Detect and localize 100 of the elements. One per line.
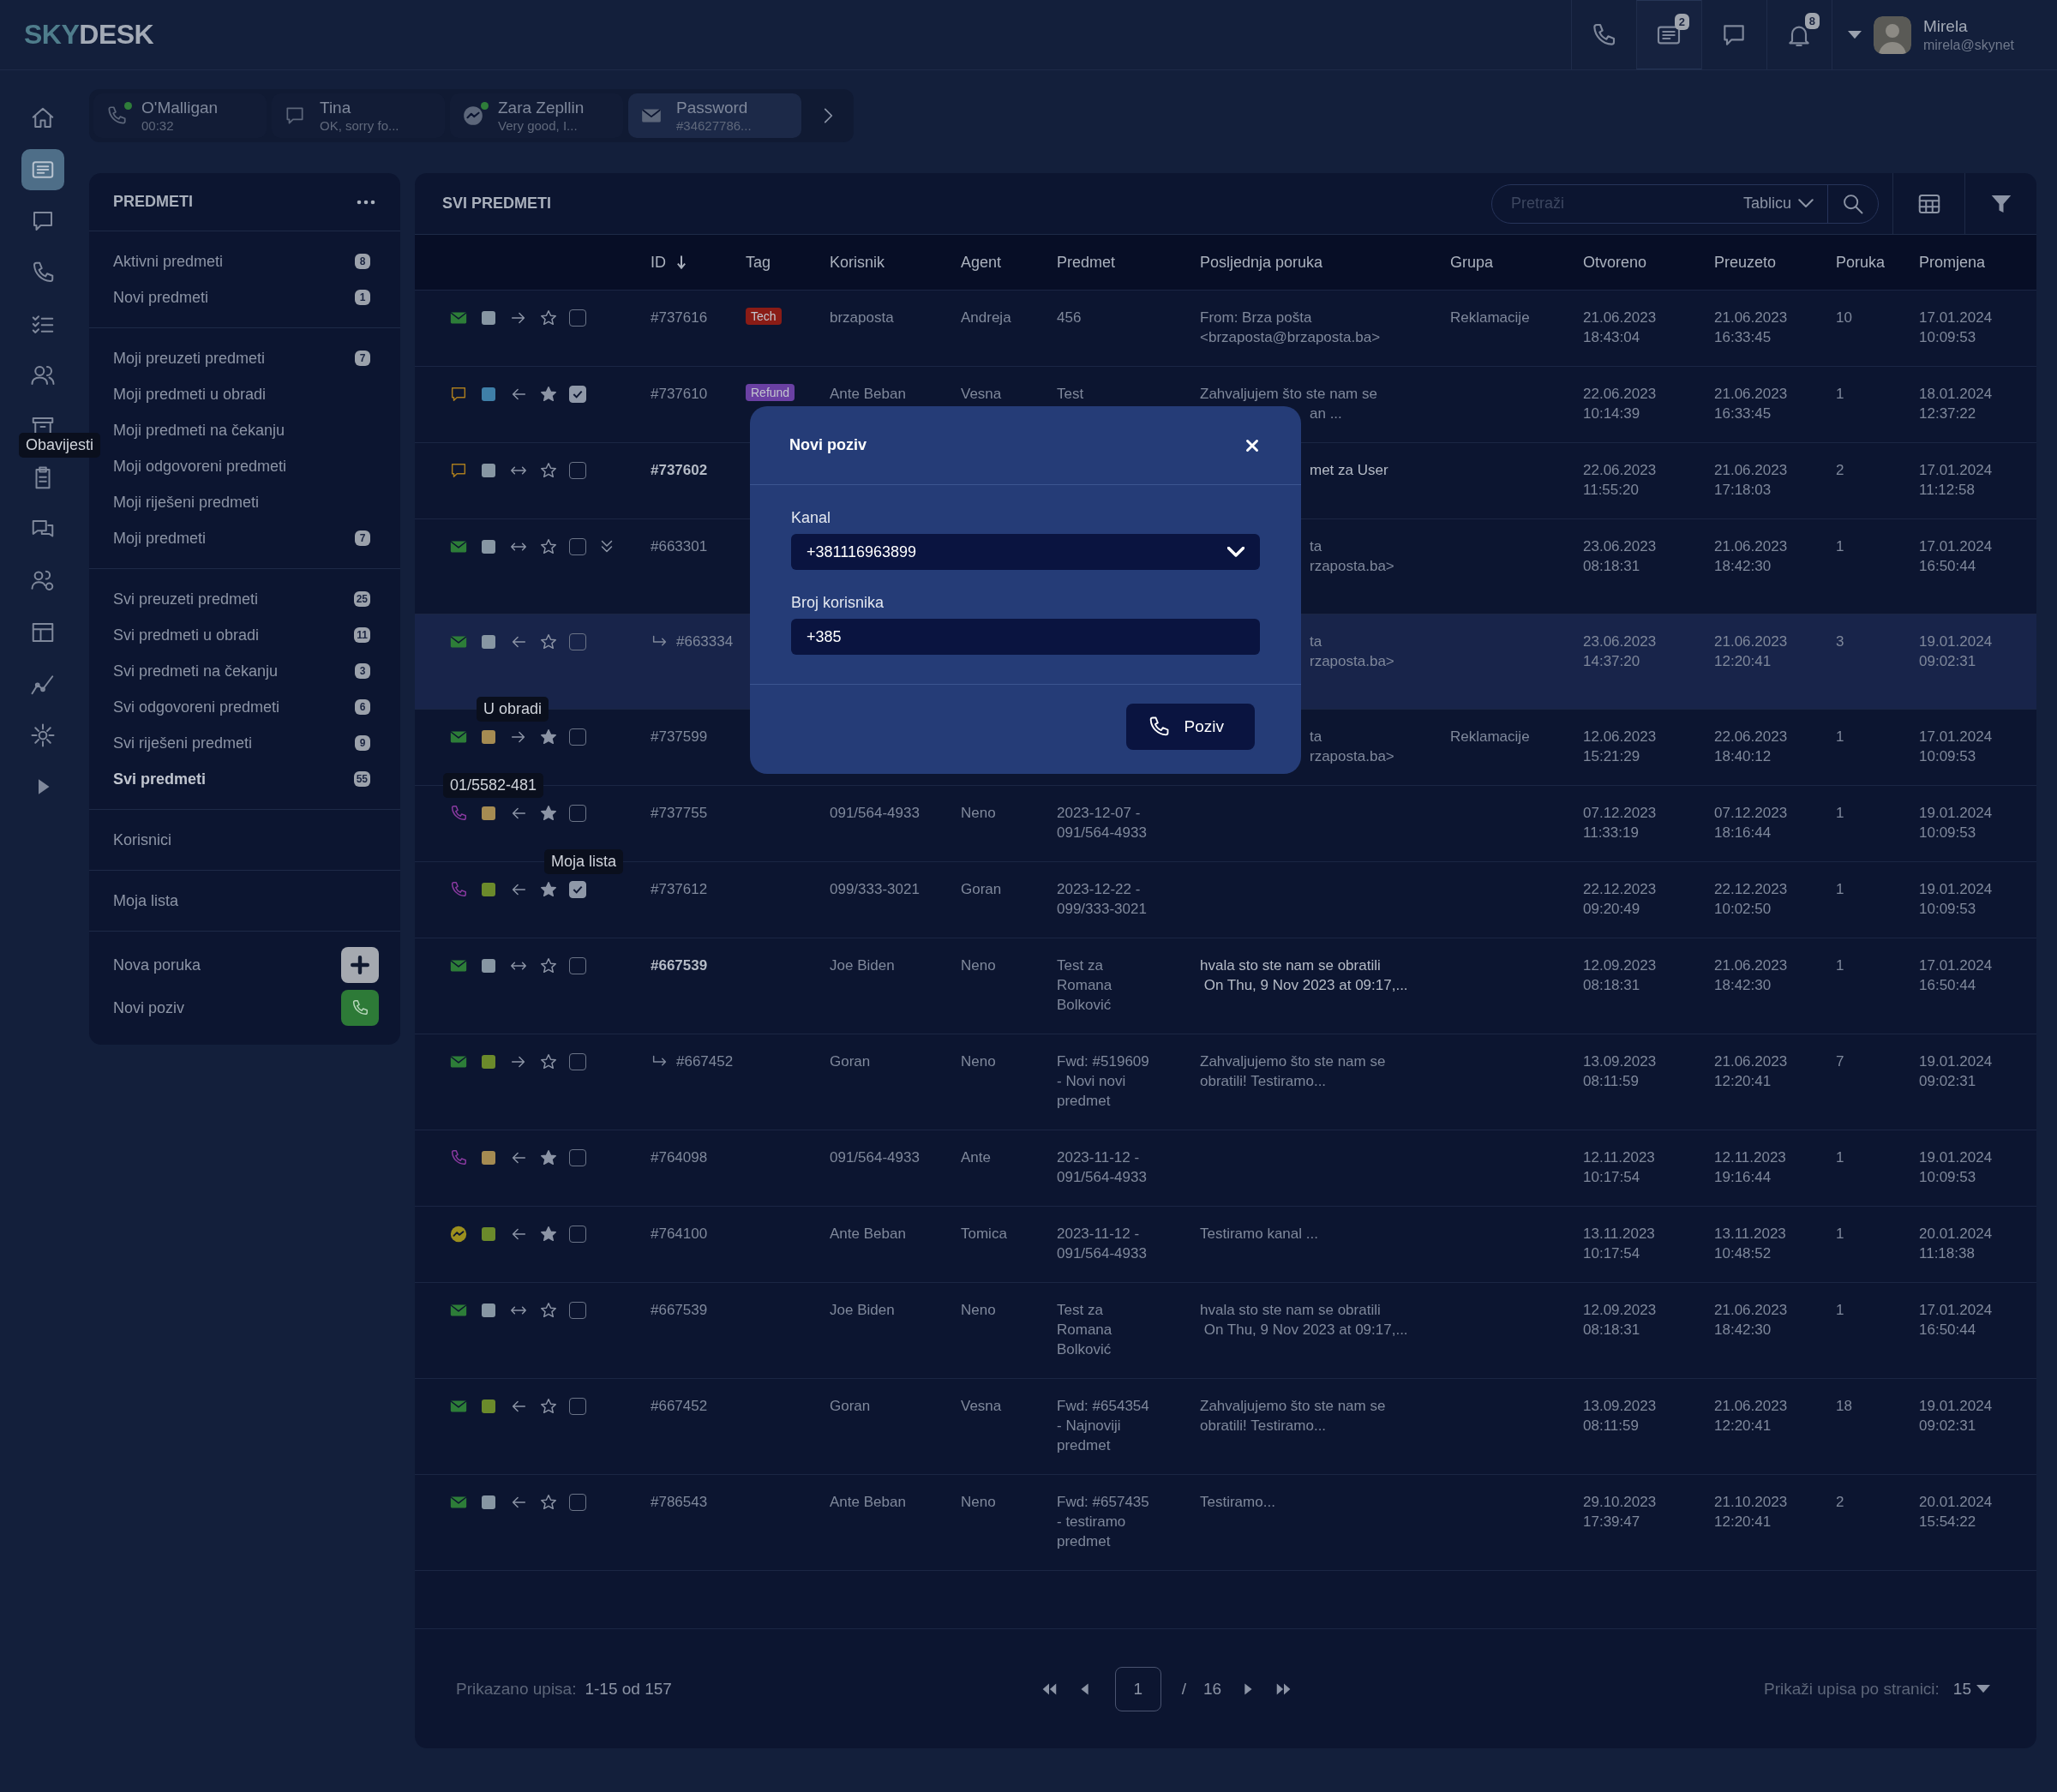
- field-label: Broj korisnika: [791, 594, 885, 612]
- tag: Tech: [746, 308, 782, 325]
- count-cell-text: 1: [1836, 385, 1845, 404]
- message-preview: hvala sto ste nam se obratili On Thu, 9 Nov 2023 at 09:17,...: [1200, 956, 1409, 995]
- message-preview: Zahvaljujem što ste nam se: [1200, 385, 1378, 404]
- date-cell-text: 19.01.2024 09:02:31: [1919, 1397, 1994, 1435]
- date-cell-text: 22.06.2023 11:55:20: [1583, 461, 1658, 500]
- subject-cell-text: 456: [1057, 309, 1082, 327]
- count-cell-text: 1: [1836, 880, 1845, 899]
- tooltip: Moja lista: [544, 849, 624, 874]
- user-cell-text: Goran: [830, 1397, 872, 1416]
- sidebar-label: Moja lista: [113, 891, 179, 910]
- subject-cell-text: 2023-12-07 - 091/564-4933: [1057, 804, 1148, 842]
- date-cell-text: 22.12.2023 09:20:49: [1583, 880, 1658, 919]
- message-preview: Testiramo...: [1200, 1493, 1276, 1512]
- date-cell-text: 19.01.2024 10:09:53: [1919, 1148, 1994, 1187]
- date-cell-text: 29.10.2023 17:39:47: [1583, 1493, 1658, 1531]
- sidebar-label: Svi riješeni predmeti: [113, 734, 253, 752]
- date-cell-text: 19.01.2024 09:02:31: [1919, 1052, 1994, 1091]
- user-cell-text: Ante Beban: [830, 1493, 907, 1512]
- date-cell-text: 21.06.2023 12:20:41: [1714, 1052, 1789, 1091]
- date-cell-text: 18.01.2024 12:37:22: [1919, 385, 1994, 423]
- agent-cell-text: Neno: [961, 956, 997, 975]
- message-preview: an ...: [1310, 405, 1343, 423]
- subject-cell-text: Test za Romana Bolković: [1057, 1301, 1113, 1359]
- count-cell-text: 7: [1836, 1052, 1845, 1071]
- count-cell-text: 2: [1836, 461, 1845, 480]
- message-preview: Testiramo kanal ...: [1200, 1225, 1319, 1244]
- count-cell-text: 1: [1836, 1225, 1845, 1244]
- agent-cell-text: Goran: [961, 880, 1003, 899]
- count-badge: 55: [353, 771, 370, 787]
- date-cell-text: 22.12.2023 10:02:50: [1714, 880, 1789, 919]
- count-cell-text: 10: [1836, 309, 1853, 327]
- sidebar-label: Moji preuzeti predmeti: [113, 349, 266, 368]
- date-cell-text: 20.01.2024 15:54:22: [1919, 1493, 1994, 1531]
- count-cell-text: 18: [1836, 1397, 1853, 1416]
- tooltip: 01/5582-481: [443, 773, 544, 798]
- count-cell-text: 1: [1836, 537, 1845, 556]
- sidebar-label: Svi preuzeti predmeti: [113, 590, 259, 608]
- count-badge: 8: [355, 254, 370, 269]
- sidebar-label: Korisnici: [113, 830, 172, 849]
- date-cell-text: 22.06.2023 10:14:39: [1583, 385, 1658, 423]
- count-badge: 8: [1804, 13, 1820, 29]
- subject-cell-text: Fwd: #657435 - testiramo predmet: [1057, 1493, 1150, 1551]
- agent-cell-text: Neno: [961, 1493, 997, 1512]
- user-cell-text: Ante Beban: [830, 385, 907, 404]
- count-cell-text: 1: [1836, 804, 1845, 823]
- user-cell-text: Joe Biden: [830, 956, 896, 975]
- count-badge: 7: [355, 530, 370, 546]
- date-cell-text: 20.01.2024 11:18:38: [1919, 1225, 1994, 1263]
- per-page-label: Prikaži upisa po stranici:: [1764, 1679, 1940, 1699]
- date-cell-text: 07.12.2023 18:16:44: [1714, 804, 1789, 842]
- agent-cell-text: Ante: [961, 1148, 992, 1167]
- date-cell-text: 21.06.2023 12:20:41: [1714, 1397, 1789, 1435]
- date-cell-text: 21.06.2023 18:43:04: [1583, 309, 1658, 347]
- count-cell-text: 1: [1836, 728, 1845, 746]
- message-preview: hvala sto ste nam se obratili On Thu, 9 Nov 2023 at 09:17,...: [1200, 1301, 1409, 1340]
- sidebar-label: Svi predmeti u obradi: [113, 626, 260, 644]
- count-cell-text: 3: [1836, 632, 1845, 651]
- count-badge: 25: [353, 591, 370, 607]
- message-preview: Zahvaljujemo što ste nam se obratili! Testiramo...: [1200, 1052, 1387, 1091]
- sidebar-label: Moji predmeti: [113, 529, 207, 548]
- date-cell-text: 23.06.2023 08:18:31: [1583, 537, 1658, 576]
- date-cell-text: 17.01.2024 16:50:44: [1919, 537, 1994, 576]
- user-cell-text: Ante Beban: [830, 1225, 907, 1244]
- message-preview: From: Brza pošta <brzaposta@brzaposta.ba>: [1200, 309, 1382, 347]
- sidebar-label: Novi poziv: [113, 998, 185, 1017]
- user-cell-text: Joe Biden: [830, 1301, 896, 1320]
- date-cell-text: 21.06.2023 18:42:30: [1714, 537, 1789, 576]
- user-cell-text: Goran: [830, 1052, 872, 1071]
- date-cell-text: 12.11.2023 10:17:54: [1583, 1148, 1656, 1187]
- date-cell-text: 13.11.2023 10:48:52: [1714, 1225, 1787, 1263]
- sidebar-label: Moji predmeti na čekanju: [113, 421, 285, 440]
- sidebar-label: Aktivni predmeti: [113, 252, 224, 271]
- date-cell-text: 12.09.2023 08:18:31: [1583, 1301, 1658, 1340]
- sidebar-label: Moji predmeti u obradi: [113, 385, 267, 404]
- message-preview: ta rzaposta.ba>: [1310, 537, 1395, 576]
- date-cell-text: 21.06.2023 18:42:30: [1714, 956, 1789, 995]
- date-cell-text: 19.01.2024 10:09:53: [1919, 880, 1994, 919]
- count-cell-text: 1: [1836, 1301, 1845, 1320]
- count-badge: 2: [1674, 14, 1689, 30]
- user-name: Mirela: [1922, 16, 1969, 36]
- sidebar-label: Moji odgovoreni predmeti: [113, 457, 287, 476]
- date-cell-text: 12.06.2023 15:21:29: [1583, 728, 1658, 766]
- date-cell-text: 13.09.2023 08:11:59: [1583, 1052, 1658, 1091]
- date-cell-text: 17.01.2024 10:09:53: [1919, 728, 1994, 766]
- date-cell-text: 23.06.2023 14:37:20: [1583, 632, 1658, 671]
- agent-cell-text: Vesna: [961, 385, 1003, 404]
- date-cell-text: 21.06.2023 12:20:41: [1714, 632, 1789, 671]
- date-cell-text: 13.09.2023 08:11:59: [1583, 1397, 1658, 1435]
- sidebar-label: Nova poruka: [113, 956, 201, 974]
- sidebar-label: Svi odgovoreni predmeti: [113, 698, 280, 716]
- date-cell-text: 17.01.2024 16:50:44: [1919, 956, 1994, 995]
- subject-cell-text: Test za Romana Bolković: [1057, 956, 1113, 1015]
- date-cell-text: 17.01.2024 16:50:44: [1919, 1301, 1994, 1340]
- agent-cell-text: Andreja: [961, 309, 1012, 327]
- message-preview: Zahvaljujemo što ste nam se obratili! Testiramo...: [1200, 1397, 1387, 1435]
- subject-cell-text: Fwd: #654354 - Najnoviji predmet: [1057, 1397, 1150, 1455]
- sidebar-label: Novi predmeti: [113, 288, 209, 307]
- agent-cell-text: Vesna: [961, 1397, 1003, 1416]
